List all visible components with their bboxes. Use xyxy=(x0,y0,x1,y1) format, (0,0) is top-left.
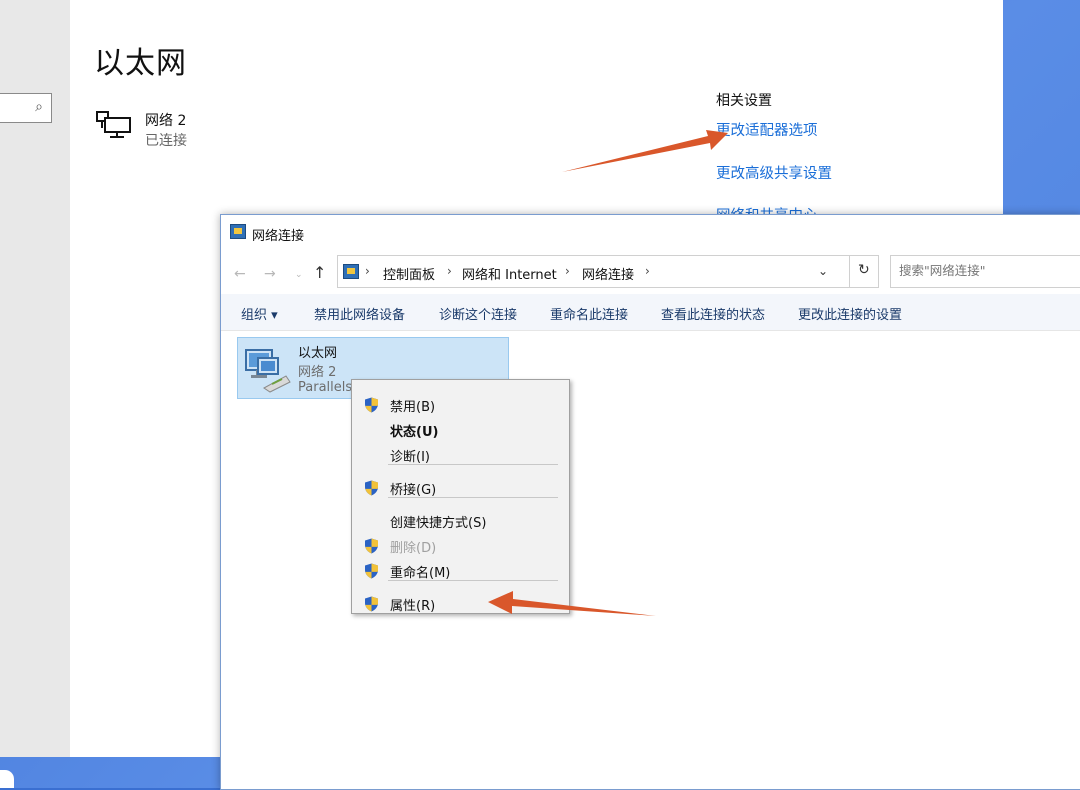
search-box[interactable] xyxy=(890,255,1080,288)
address-dropdown-chevron-icon[interactable]: ⌄ xyxy=(818,264,828,278)
rename-connection-command[interactable]: 重命名此连接 xyxy=(550,304,628,323)
breadcrumb-separator[interactable]: › xyxy=(447,264,452,278)
recent-locations-chevron-icon[interactable]: ⌄ xyxy=(295,270,303,280)
breadcrumb-separator[interactable]: › xyxy=(645,264,650,278)
context-menu-item[interactable]: 重命名(M) xyxy=(390,562,450,581)
uac-shield-icon xyxy=(364,596,379,612)
address-bar[interactable]: › 控制面板 › 网络和 Internet › 网络连接 › ⌄ xyxy=(337,255,877,288)
menu-separator xyxy=(388,497,558,498)
uac-shield-icon xyxy=(364,480,379,496)
view-status-command[interactable]: 查看此连接的状态 xyxy=(661,304,765,323)
network-connections-window: 网络连接 ← → ⌄ ↑ › 控制面板 › 网络和 Internet › 网络连… xyxy=(220,214,1080,790)
menu-separator xyxy=(388,464,558,465)
window-title: 网络连接 xyxy=(252,229,305,244)
breadcrumb-network-internet[interactable]: 网络和 Internet xyxy=(462,264,557,283)
back-arrow-icon[interactable]: ← xyxy=(234,266,246,282)
context-menu-item[interactable]: 删除(D) xyxy=(390,537,436,556)
advanced-sharing-settings-link[interactable]: 更改高级共享设置 xyxy=(716,162,832,183)
page-title: 以太网 xyxy=(94,46,187,81)
change-settings-command[interactable]: 更改此连接的设置 xyxy=(798,304,902,323)
title-bar[interactable]: 网络连接 xyxy=(221,215,1080,249)
breadcrumb-network-connections[interactable]: 网络连接 xyxy=(582,264,634,283)
refresh-icon: ↻ xyxy=(858,262,870,278)
organize-menu[interactable]: 组织 ▾ xyxy=(241,304,278,323)
related-settings-title: 相关设置 xyxy=(716,93,772,109)
wired-network-icon[interactable] xyxy=(96,110,132,140)
adapter-name: 以太网 xyxy=(298,346,338,361)
network-status: 已连接 xyxy=(145,133,187,149)
search-input[interactable] xyxy=(899,263,1069,278)
breadcrumb-separator[interactable]: › xyxy=(365,264,370,278)
refresh-button[interactable]: ↻ xyxy=(849,255,879,288)
diagnose-connection-command[interactable]: 诊断这个连接 xyxy=(439,304,517,323)
uac-shield-icon xyxy=(364,538,379,554)
network-name[interactable]: 网络 2 xyxy=(145,110,186,130)
forward-arrow-icon[interactable]: → xyxy=(264,266,276,282)
context-menu-item[interactable]: 禁用(B) xyxy=(390,396,435,415)
control-panel-icon xyxy=(343,264,359,279)
context-menu-item[interactable]: 属性(R) xyxy=(390,595,435,614)
context-menu-item[interactable]: 诊断(I) xyxy=(390,446,430,465)
context-menu-item[interactable]: 创建快捷方式(S) xyxy=(390,512,486,531)
settings-sidebar: ⌕ xyxy=(0,0,70,757)
network-connections-icon xyxy=(230,224,246,239)
command-bar: 组织 ▾ 禁用此网络设备 诊断这个连接 重命名此连接 查看此连接的状态 更改此连… xyxy=(221,294,1080,331)
settings-search-box[interactable]: ⌕ xyxy=(0,93,52,123)
up-arrow-icon[interactable]: ↑ xyxy=(313,263,326,282)
context-menu-item[interactable]: 桥接(G) xyxy=(390,479,436,498)
breadcrumb-separator[interactable]: › xyxy=(565,264,570,278)
taskbar-corner xyxy=(0,770,14,788)
search-icon: ⌕ xyxy=(35,99,43,115)
breadcrumb-control-panel[interactable]: 控制面板 xyxy=(383,264,435,283)
adapter-device: Parallels xyxy=(298,380,353,395)
disable-device-command[interactable]: 禁用此网络设备 xyxy=(314,304,405,323)
network-adapter-icon xyxy=(245,349,291,393)
uac-shield-icon xyxy=(364,563,379,579)
address-row: ← → ⌄ ↑ › 控制面板 › 网络和 Internet › 网络连接 › ⌄… xyxy=(221,253,1080,289)
context-menu: 禁用(B) 状态(U) 诊断(I) 桥接(G) 创建快捷方式(S) 删除(D) 重命名(M)… xyxy=(351,379,570,614)
uac-shield-icon xyxy=(364,397,379,413)
change-adapter-options-link[interactable]: 更改适配器选项 xyxy=(716,119,818,140)
adapter-network: 网络 2 xyxy=(298,365,337,380)
context-menu-item[interactable]: 状态(U) xyxy=(390,421,438,440)
menu-separator xyxy=(388,580,558,581)
